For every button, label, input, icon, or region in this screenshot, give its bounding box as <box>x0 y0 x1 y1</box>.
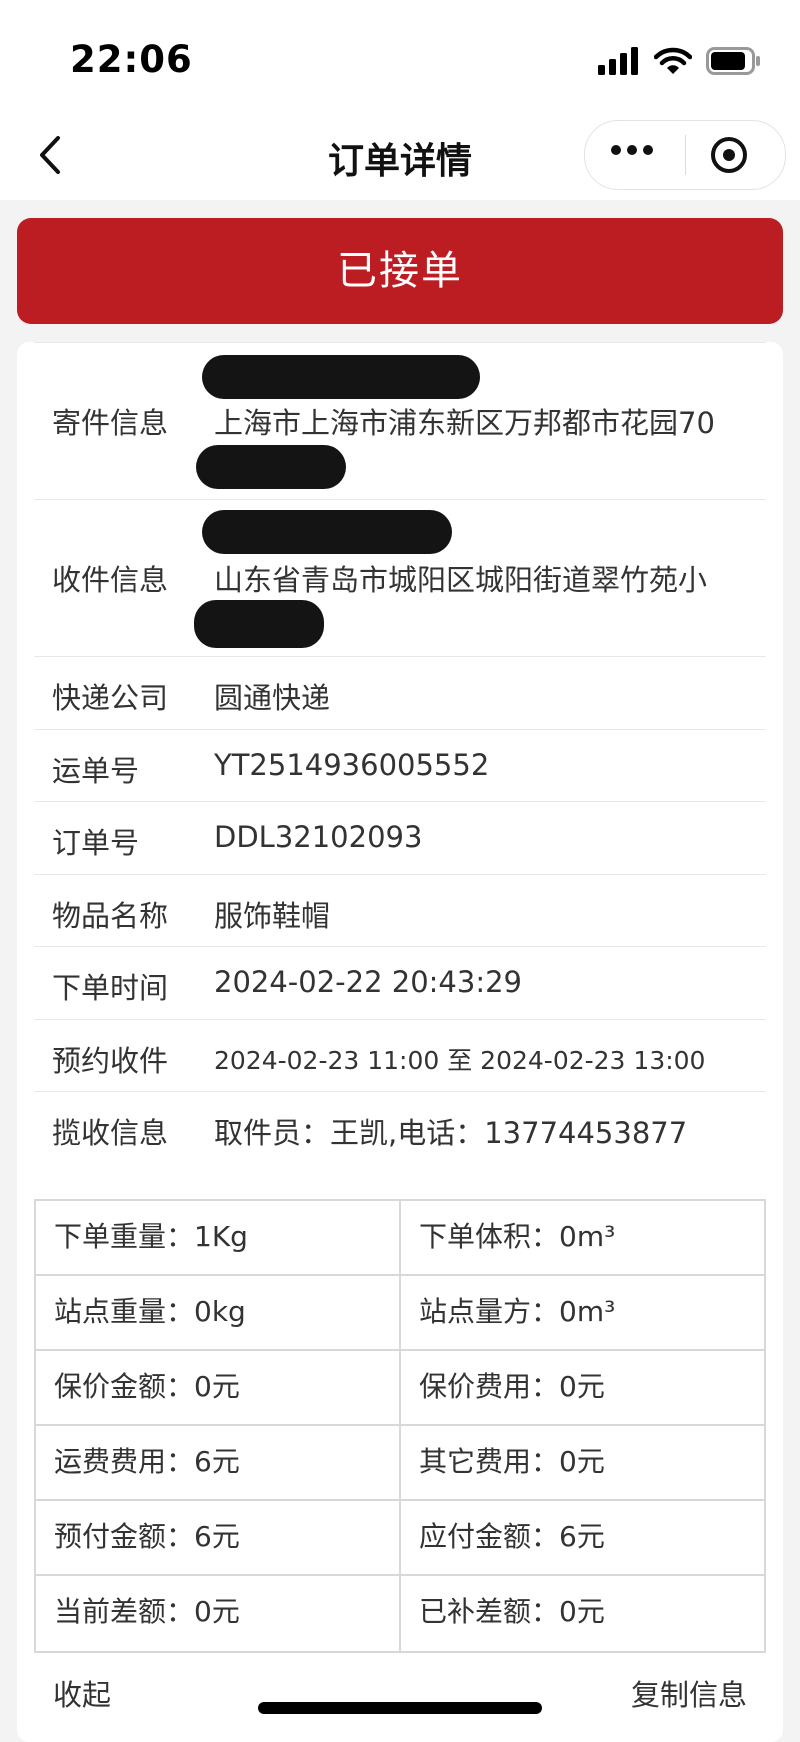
pickup-info-row: 揽收信息 取件员：王凯,电话：13774453877 <box>34 1091 766 1164</box>
fee-cell: 已补差额：0元 <box>419 1595 605 1628</box>
fee-cell: 保价金额：0元 <box>36 1351 401 1424</box>
cellular-signal-icon <box>598 47 638 75</box>
table-row: 保价金额：0元 保价费用：0元 <box>36 1351 764 1426</box>
table-row: 运费费用：6元 其它费用：0元 <box>36 1426 764 1501</box>
table-row: 站点重量：0kg 站点量方：0m³ <box>36 1276 764 1351</box>
order-time-row: 下单时间 2024-02-22 20:43:29 <box>34 946 766 1019</box>
table-row: 当前差额：0元 已补差额：0元 <box>36 1576 764 1651</box>
table-row: 下单重量：1Kg 下单体积：0m³ <box>36 1201 764 1276</box>
waybill-row: 运单号 YT2514936005552 <box>34 728 766 802</box>
redaction-mark <box>196 445 346 489</box>
order-number-value: DDL32102093 <box>214 820 423 854</box>
fee-cell: 站点量方：0m³ <box>419 1295 616 1328</box>
courier-row: 快递公司 圆通快递 <box>34 656 766 729</box>
item-name-row: 物品名称 服饰鞋帽 <box>34 873 766 947</box>
courier-value: 圆通快递 <box>214 681 331 715</box>
fee-cell: 下单体积：0m³ <box>419 1220 616 1253</box>
wifi-icon <box>654 47 692 74</box>
more-icon[interactable] <box>611 145 653 155</box>
sender-address: 上海市上海市浦东新区万邦都市花园70 <box>214 406 715 440</box>
redaction-mark <box>202 355 480 399</box>
fee-cell: 其它费用：0元 <box>419 1445 605 1478</box>
item-name-label: 物品名称 <box>52 898 169 933</box>
receiver-info-row: 收件信息 山东省青岛市城阳区城阳街道翠竹苑小 <box>34 499 766 656</box>
order-time-value: 2024-02-22 20:43:29 <box>214 965 522 999</box>
fee-cell: 下单重量：1Kg <box>36 1201 401 1274</box>
table-row: 预付金额：6元 应付金额：6元 <box>36 1501 764 1576</box>
pickup-window-label: 预约收件 <box>52 1043 169 1078</box>
pickup-window-value: 2024-02-23 11:00 至 2024-02-23 13:00 <box>214 1045 706 1075</box>
home-indicator <box>258 1702 542 1714</box>
status-time: 22:06 <box>70 38 193 81</box>
fee-cell: 运费费用：6元 <box>36 1426 401 1499</box>
item-name-value: 服饰鞋帽 <box>214 898 331 933</box>
receiver-address: 山东省青岛市城阳区城阳街道翠竹苑小 <box>214 563 708 597</box>
pickup-window-row: 预约收件 2024-02-23 11:00 至 2024-02-23 13:00 <box>34 1018 766 1092</box>
nav-bar: 订单详情 <box>0 112 800 200</box>
order-number-row: 订单号 DDL32102093 <box>34 801 766 874</box>
order-detail-card: 寄件信息 上海市上海市浦东新区万邦都市花园70 收件信息 山东省青岛市城阳区城阳… <box>17 342 783 1742</box>
redaction-mark <box>202 510 452 554</box>
battery-icon <box>706 47 760 75</box>
order-status-banner: 已接单 <box>17 218 783 324</box>
sender-info-row: 寄件信息 上海市上海市浦东新区万邦都市花园70 <box>34 342 766 499</box>
fee-cell: 站点重量：0kg <box>36 1276 401 1349</box>
collapse-button[interactable]: 收起 <box>53 1672 111 1714</box>
order-time-label: 下单时间 <box>52 971 169 1005</box>
redaction-mark <box>194 600 324 648</box>
waybill-value: YT2514936005552 <box>214 747 490 782</box>
fee-cell: 应付金额：6元 <box>419 1520 605 1553</box>
close-program-icon[interactable] <box>711 137 747 173</box>
fee-cell: 预付金额：6元 <box>36 1501 401 1574</box>
pickup-info-label: 揽收信息 <box>52 1116 169 1150</box>
sender-info-label: 寄件信息 <box>52 406 169 440</box>
courier-label: 快递公司 <box>52 681 169 715</box>
mini-program-capsule <box>584 120 786 190</box>
fee-table: 下单重量：1Kg 下单体积：0m³ 站点重量：0kg 站点量方：0m³ 保价金额… <box>34 1199 766 1653</box>
copy-info-button[interactable]: 复制信息 <box>631 1672 747 1714</box>
receiver-info-label: 收件信息 <box>52 563 169 597</box>
fee-cell: 当前差额：0元 <box>36 1576 401 1651</box>
waybill-label: 运单号 <box>52 753 140 788</box>
status-icons <box>598 46 762 76</box>
pickup-info-value: 取件员：王凯,电话：13774453877 <box>214 1116 688 1150</box>
order-number-label: 订单号 <box>52 826 140 860</box>
status-bar: 22:06 <box>0 0 800 112</box>
fee-cell: 保价费用：0元 <box>419 1370 605 1403</box>
capsule-divider <box>685 135 686 175</box>
